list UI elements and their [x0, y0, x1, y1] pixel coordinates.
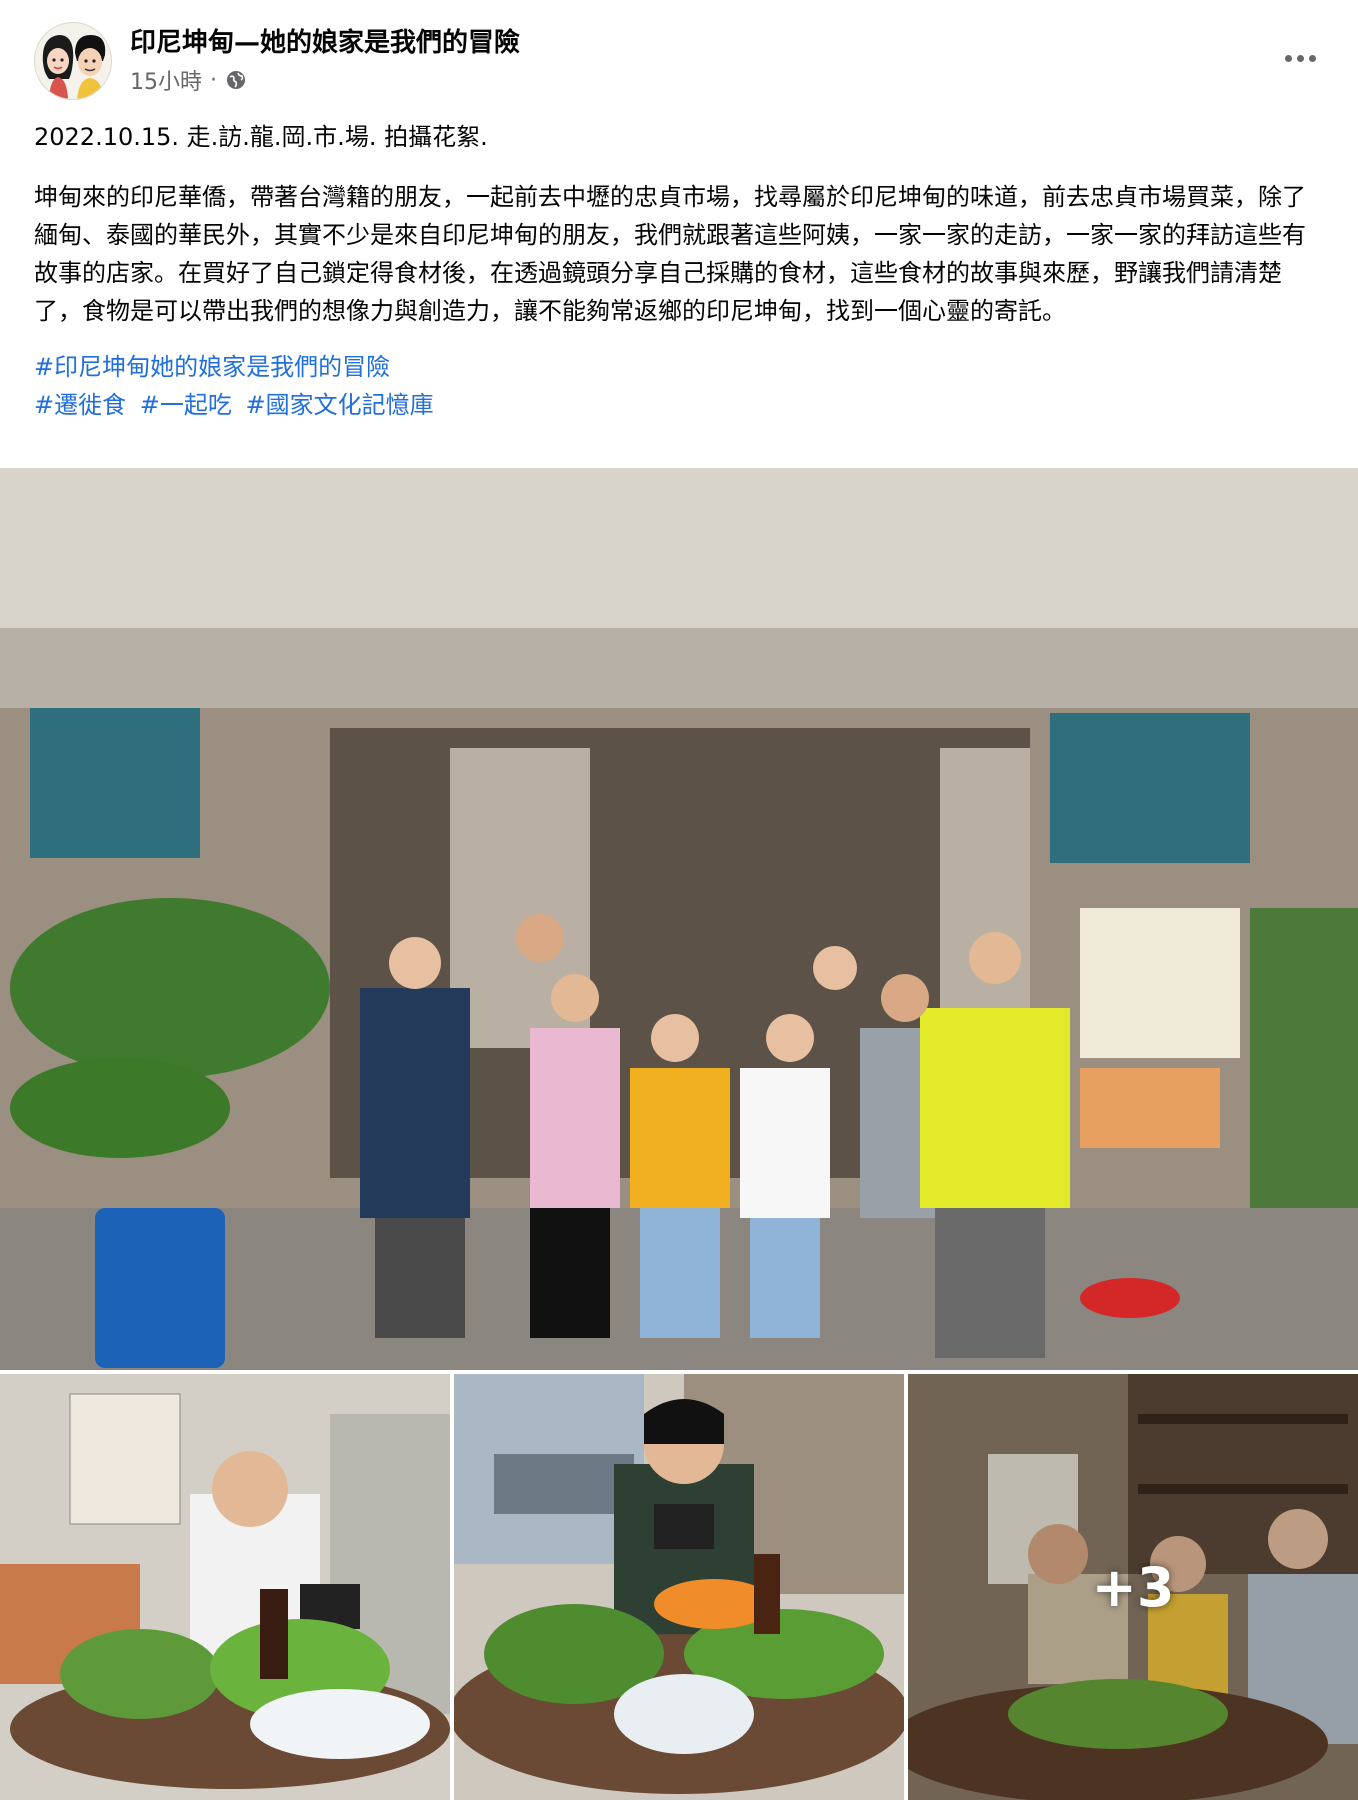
hashtag-link[interactable]: #印尼坤甸她的娘家是我們的冒險	[34, 353, 390, 381]
more-dot-icon	[1308, 54, 1316, 62]
facebook-post: 印尼坤甸—她的娘家是我們的冒險 15小時 · 2022.10.15. 走.訪.龍…	[0, 0, 1358, 1800]
globe-icon	[227, 71, 245, 89]
post-text: 2022.10.15. 走.訪.龍.岡.市.場. 拍攝花絮. 坤甸來的印尼華僑，…	[0, 118, 1358, 424]
more-photos-count[interactable]: +3	[908, 1374, 1358, 1800]
main-photo[interactable]	[0, 468, 1358, 1370]
post-timestamp[interactable]: 15小時	[130, 64, 202, 96]
photo-thumbnails: +3	[0, 1374, 1358, 1800]
meta-separator: ·	[210, 67, 217, 93]
post-header: 印尼坤甸—她的娘家是我們的冒險 15小時 ·	[0, 0, 1358, 108]
group-photo-storefront	[0, 468, 1358, 1370]
more-options-button[interactable]	[1276, 40, 1324, 76]
page-avatar[interactable]	[34, 22, 112, 100]
photo-thumbnail-more[interactable]: +3	[908, 1374, 1358, 1800]
photo-thumbnail[interactable]	[454, 1374, 904, 1800]
photo-thumbnail[interactable]	[0, 1374, 450, 1800]
hashtags: #印尼坤甸她的娘家是我們的冒險 #遷徙食 #一起吃 #國家文化記憶庫	[34, 348, 1324, 424]
hashtag-link[interactable]: #國家文化記憶庫	[246, 391, 434, 419]
post-meta: 15小時 ·	[130, 64, 247, 96]
hashtag-link[interactable]: #遷徙食	[34, 391, 126, 419]
more-dot-icon	[1284, 54, 1292, 62]
hashtag-row: #遷徙食 #一起吃 #國家文化記憶庫	[34, 386, 1324, 424]
avatar-illustration	[35, 23, 111, 99]
hashtag-link[interactable]: #一起吃	[140, 391, 232, 419]
post-date-line: 2022.10.15. 走.訪.龍.岡.市.場. 拍攝花絮.	[34, 123, 488, 151]
photo-camera-table	[454, 1374, 904, 1800]
post-body: 坤甸來的印尼華僑，帶著台灣籍的朋友，一起前去中壢的忠貞市場，找尋屬於印尼坤甸的味…	[34, 183, 1306, 325]
page-name[interactable]: 印尼坤甸—她的娘家是我們的冒險	[130, 22, 520, 59]
hashtag-row: #印尼坤甸她的娘家是我們的冒險	[34, 348, 1324, 386]
photo-filming-vegetables	[0, 1374, 450, 1800]
more-dot-icon	[1296, 54, 1304, 62]
